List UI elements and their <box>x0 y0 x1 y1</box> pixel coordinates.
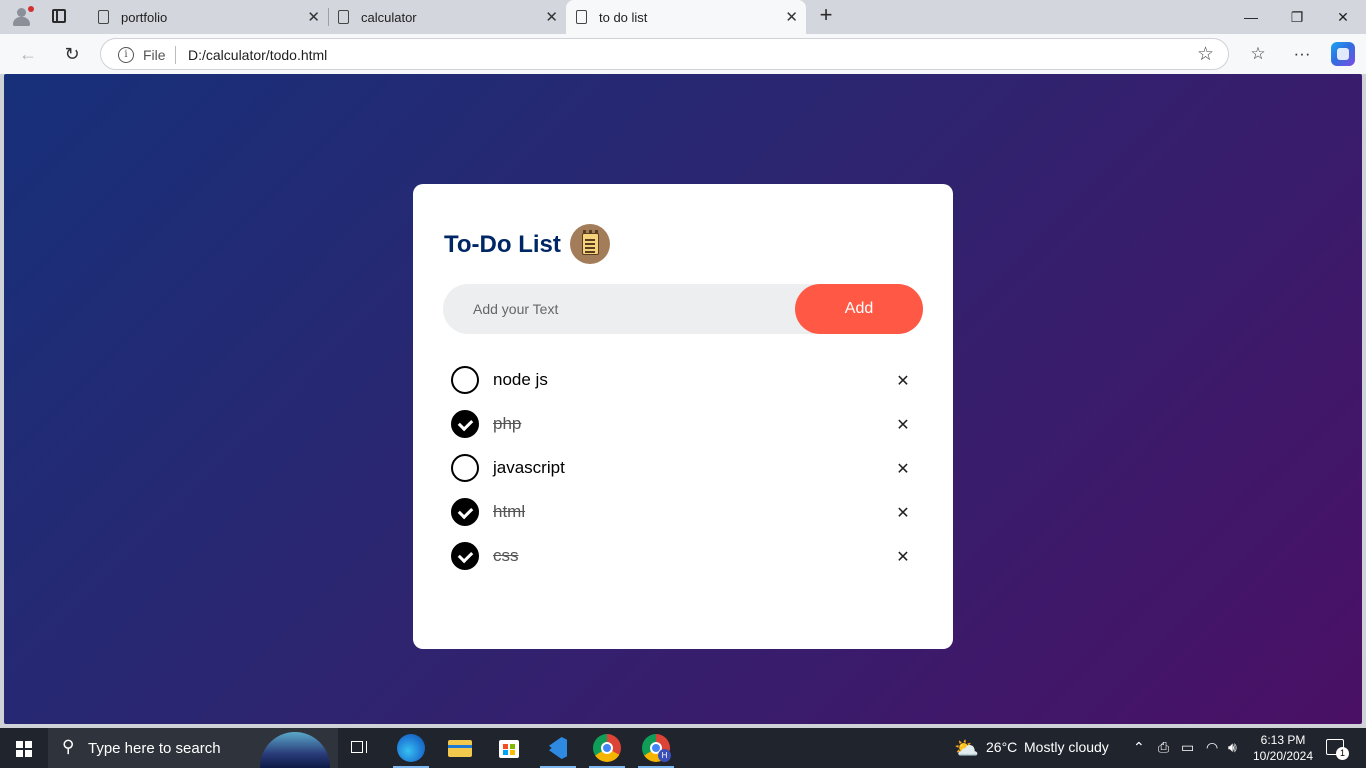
list-item[interactable]: javascript ✕ <box>443 448 923 492</box>
page-viewport: To-Do List Add node js ✕ php ✕ javascrip… <box>4 74 1362 724</box>
page-title: To-Do List <box>444 231 561 258</box>
microsoft-store-icon[interactable] <box>495 734 523 762</box>
delete-icon[interactable]: ✕ <box>893 504 913 524</box>
close-tab-icon[interactable]: ✕ <box>307 8 320 26</box>
todo-card: To-Do List Add node js ✕ php ✕ javascrip… <box>413 184 953 649</box>
restore-button[interactable]: ❐ <box>1274 0 1320 34</box>
scheme-label: File <box>143 47 166 63</box>
page-icon <box>338 10 349 24</box>
weather-description[interactable]: Mostly cloudy <box>1024 739 1109 755</box>
copilot-icon[interactable] <box>1331 42 1355 66</box>
item-text[interactable]: php <box>493 414 521 434</box>
tab-calculator[interactable]: calculator ✕ <box>328 0 566 34</box>
show-hidden-icons-icon[interactable]: ⌃ <box>1133 739 1145 756</box>
delete-icon[interactable]: ✕ <box>893 372 913 392</box>
task-input[interactable] <box>473 284 793 334</box>
tab-actions-icon[interactable] <box>48 8 72 26</box>
search-placeholder: Type here to search <box>88 740 221 757</box>
date: 10/20/2024 <box>1252 749 1314 763</box>
todo-list: node js ✕ php ✕ javascript ✕ html ✕ css <box>443 360 923 580</box>
checked-circle-icon[interactable] <box>451 542 479 570</box>
edge-browser-icon[interactable] <box>393 734 429 768</box>
item-text[interactable]: node js <box>493 370 548 390</box>
address-bar[interactable]: i File D:/calculator/todo.html ☆ <box>100 38 1229 70</box>
more-options-icon[interactable]: ··· <box>1290 42 1314 66</box>
windows-start-icon[interactable] <box>16 741 32 757</box>
battery-icon[interactable]: ▭ <box>1181 739 1194 756</box>
close-window-button[interactable]: ✕ <box>1320 0 1366 34</box>
list-item[interactable]: html ✕ <box>443 492 923 536</box>
new-tab-button[interactable]: + <box>814 4 838 28</box>
close-tab-icon[interactable]: ✕ <box>785 8 798 26</box>
list-item[interactable]: node js ✕ <box>443 360 923 404</box>
notification-icon[interactable]: 1 <box>1326 739 1349 760</box>
taskbar: ⚲ Type here to search H ⛅ 26°C Mostly cl… <box>0 728 1366 768</box>
list-item[interactable]: css ✕ <box>443 536 923 580</box>
volume-icon[interactable]: 🔊︎ <box>1228 739 1237 756</box>
taskbar-search[interactable]: ⚲ Type here to search <box>48 728 338 768</box>
checked-circle-icon[interactable] <box>451 498 479 526</box>
profile-icon[interactable] <box>10 6 34 28</box>
search-highlight-image <box>260 732 330 768</box>
item-text[interactable]: html <box>493 502 525 522</box>
weather-temp[interactable]: 26°C <box>986 739 1017 755</box>
task-view-icon[interactable] <box>347 734 375 762</box>
file-explorer-icon[interactable] <box>446 734 474 762</box>
wifi-icon[interactable]: ◠ <box>1206 739 1218 756</box>
tab-to-do-list[interactable]: to do list ✕ <box>566 0 806 34</box>
add-button[interactable]: Add <box>795 284 923 334</box>
chrome-profile-icon[interactable]: H <box>638 734 674 768</box>
notification-count: 1 <box>1336 747 1349 760</box>
item-text[interactable]: javascript <box>493 458 565 478</box>
tab-strip: portfolio ✕ calculator ✕ to do list ✕ + … <box>0 0 1366 34</box>
clock[interactable]: 6:13 PM 10/20/2024 <box>1252 732 1314 764</box>
delete-icon[interactable]: ✕ <box>893 548 913 568</box>
tab-title: portfolio <box>121 10 168 25</box>
checked-circle-icon[interactable] <box>451 410 479 438</box>
favorite-star-icon[interactable]: ☆ <box>1197 43 1214 66</box>
minimize-button[interactable]: — <box>1228 0 1274 34</box>
favorites-icon[interactable]: ☆ <box>1246 42 1270 66</box>
weather-icon[interactable]: ⛅ <box>954 736 979 761</box>
delete-icon[interactable]: ✕ <box>893 460 913 480</box>
tab-title: to do list <box>599 10 648 25</box>
search-icon: ⚲ <box>62 737 75 756</box>
unchecked-circle-icon[interactable] <box>451 366 479 394</box>
notepad-icon <box>570 224 610 264</box>
back-button[interactable]: ← <box>16 42 40 66</box>
list-item[interactable]: php ✕ <box>443 404 923 448</box>
page-icon <box>576 10 587 24</box>
time: 6:13 PM <box>1260 733 1306 747</box>
vs-code-icon[interactable] <box>540 734 576 768</box>
url-text[interactable]: D:/calculator/todo.html <box>188 47 327 63</box>
browser-toolbar: ← ↻ i File D:/calculator/todo.html ☆ ☆ ·… <box>0 34 1366 74</box>
close-tab-icon[interactable]: ✕ <box>545 8 558 26</box>
refresh-button[interactable]: ↻ <box>60 42 84 66</box>
meet-now-icon[interactable]: ⎙ <box>1158 739 1169 756</box>
tab-title: calculator <box>361 10 417 25</box>
unchecked-circle-icon[interactable] <box>451 454 479 482</box>
tab-portfolio[interactable]: portfolio ✕ <box>88 0 329 34</box>
page-icon <box>98 10 109 24</box>
input-row: Add <box>443 284 923 334</box>
item-text[interactable]: css <box>493 546 519 566</box>
delete-icon[interactable]: ✕ <box>893 416 913 436</box>
chrome-icon[interactable] <box>589 734 625 768</box>
info-icon[interactable]: i <box>118 47 134 63</box>
divider <box>175 46 176 64</box>
